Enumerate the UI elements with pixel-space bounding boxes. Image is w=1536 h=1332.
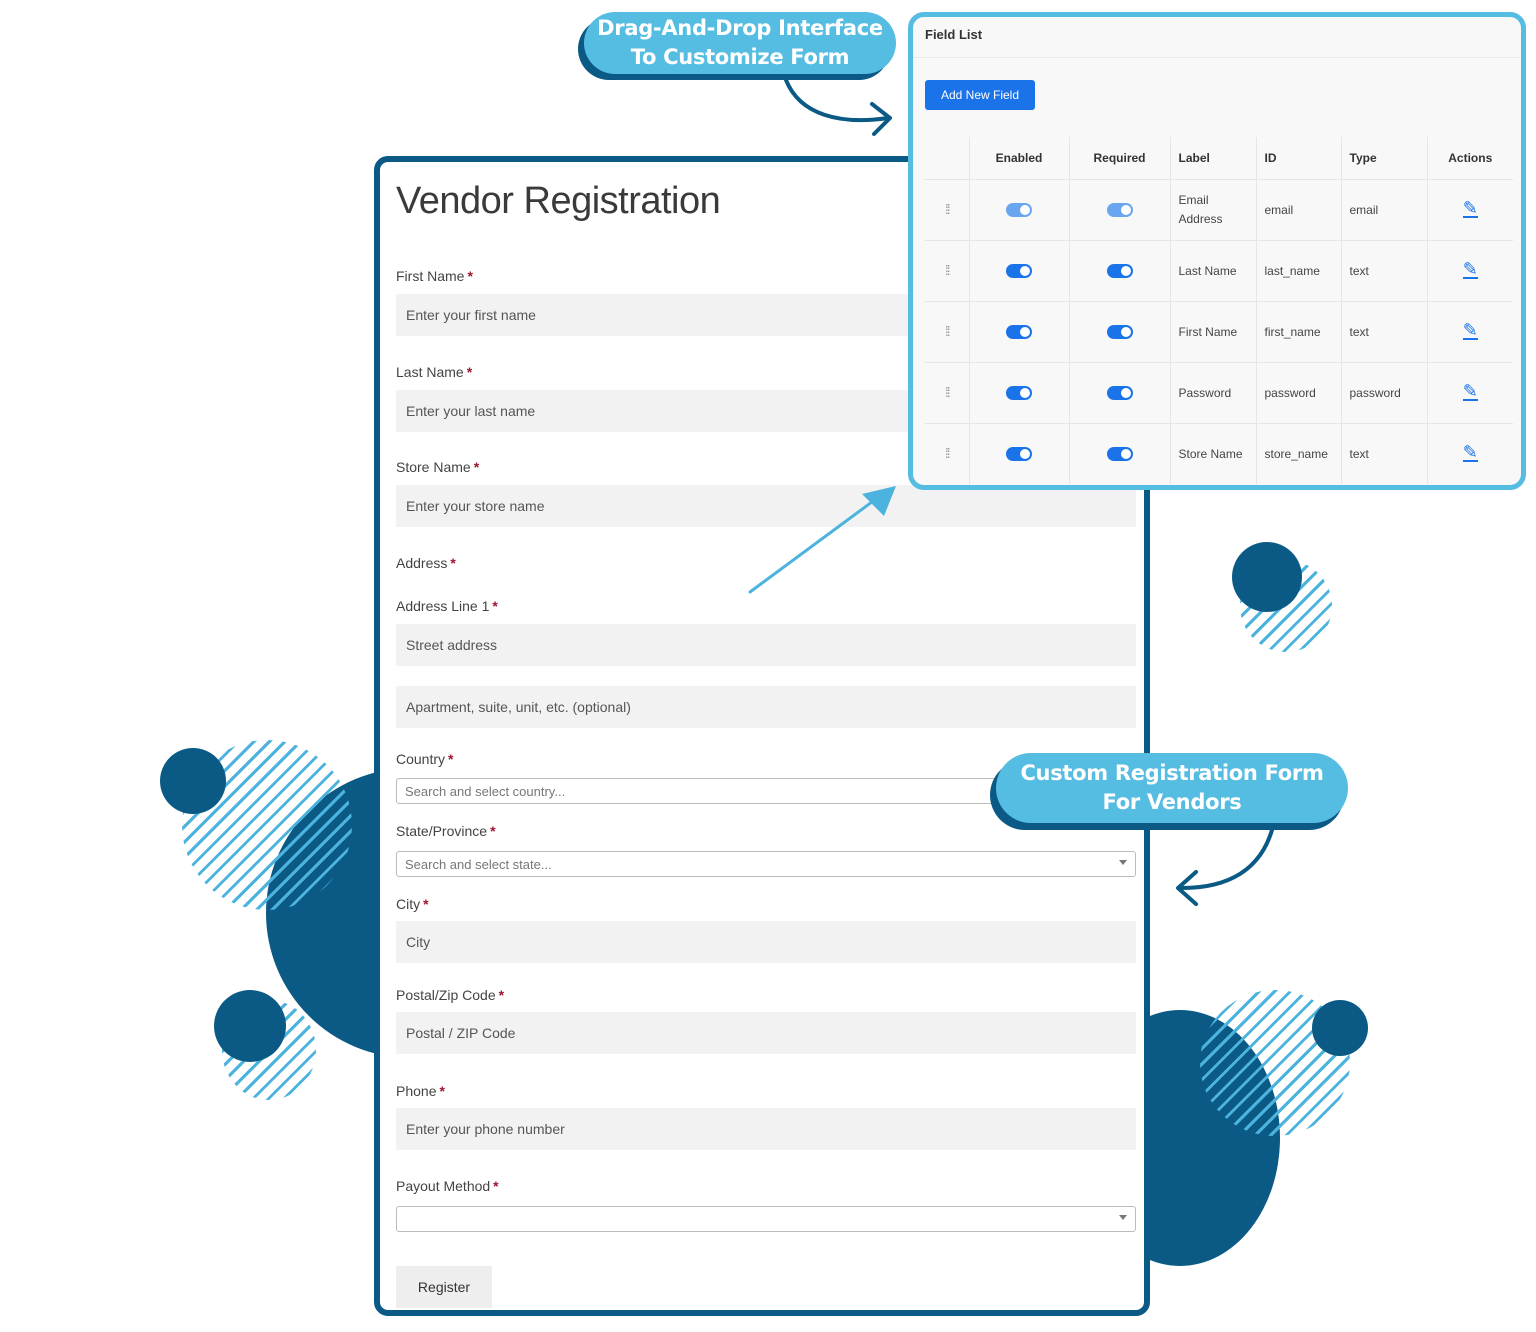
table-header-row: Enabled Required Label ID Type Actions xyxy=(925,137,1513,180)
chevron-down-icon xyxy=(1119,1215,1127,1220)
drag-handle-icon[interactable]: ⁞⁞ xyxy=(925,362,970,424)
arrow-top-icon xyxy=(784,78,892,136)
table-row: ⁞⁞ Store Name store_name text ✎ xyxy=(925,423,1513,484)
row-id: email xyxy=(1256,179,1342,241)
row-id: last_name xyxy=(1256,240,1342,302)
deco-dot-left-small xyxy=(214,990,286,1062)
chevron-down-icon xyxy=(1119,860,1127,865)
table-row: ⁞⁞ First Name first_name text ✎ xyxy=(925,301,1513,363)
column-label: Label xyxy=(1170,137,1257,180)
callout-drag-and-drop: Drag-And-Drop Interface To Customize Form xyxy=(584,12,896,74)
enabled-toggle[interactable] xyxy=(969,301,1070,363)
deco-dot-right xyxy=(1312,1000,1368,1056)
field-list-table: Enabled Required Label ID Type Actions ⁞… xyxy=(925,137,1513,484)
enabled-toggle[interactable] xyxy=(969,362,1070,424)
street-address-input[interactable]: Street address xyxy=(396,624,1136,666)
form-title: Vendor Registration xyxy=(396,180,721,222)
row-type: text xyxy=(1341,423,1428,484)
payout-select[interactable] xyxy=(396,1206,1136,1232)
edit-button[interactable]: ✎ xyxy=(1427,179,1513,241)
arrow-right-icon xyxy=(1176,828,1274,906)
divider xyxy=(913,57,1521,58)
store-name-label: Store Name * xyxy=(396,459,480,475)
edit-button[interactable]: ✎ xyxy=(1427,240,1513,302)
drag-handle-icon[interactable]: ⁞⁞ xyxy=(925,301,970,363)
pencil-icon: ✎ xyxy=(1462,259,1478,279)
city-input[interactable]: City xyxy=(396,921,1136,963)
column-type: Type xyxy=(1341,137,1428,180)
address-line1-label: Address Line 1 * xyxy=(396,598,498,614)
deco-dot-mid-right xyxy=(1232,542,1302,612)
table-row: ⁞⁞ Last Name last_name text ✎ xyxy=(925,240,1513,302)
column-actions: Actions xyxy=(1448,151,1493,165)
row-id: store_name xyxy=(1256,423,1342,484)
table-row: ⁞⁞ Password password password ✎ xyxy=(925,362,1513,424)
phone-label: Phone * xyxy=(396,1083,445,1099)
row-type: text xyxy=(1341,240,1428,302)
address-label: Address * xyxy=(396,555,456,571)
last-name-label: Last Name * xyxy=(396,364,473,380)
city-label: City * xyxy=(396,896,429,912)
callout-custom-form: Custom Registration Form For Vendors xyxy=(996,753,1348,823)
field-list-panel: Field List Add New Field Enabled Require… xyxy=(908,12,1526,490)
pencil-icon: ✎ xyxy=(1462,320,1478,340)
edit-button[interactable]: ✎ xyxy=(1427,423,1513,484)
required-toggle[interactable] xyxy=(1069,179,1171,241)
state-select[interactable]: Search and select state... xyxy=(396,851,1136,877)
column-enabled: Enabled xyxy=(969,137,1070,180)
enabled-toggle[interactable] xyxy=(969,179,1070,241)
apartment-input[interactable]: Apartment, suite, unit, etc. (optional) xyxy=(396,686,1136,728)
row-label: Store Name xyxy=(1170,423,1257,484)
drag-handle-icon[interactable]: ⁞⁞ xyxy=(925,179,970,241)
required-toggle[interactable] xyxy=(1069,301,1171,363)
edit-button[interactable]: ✎ xyxy=(1427,362,1513,424)
payout-label: Payout Method * xyxy=(396,1178,499,1194)
column-id: ID xyxy=(1256,137,1342,180)
pencil-icon: ✎ xyxy=(1462,198,1478,218)
row-label: First Name xyxy=(1170,301,1257,363)
row-type: text xyxy=(1341,301,1428,363)
column-drag xyxy=(925,137,970,180)
row-id: password xyxy=(1256,362,1342,424)
add-new-field-button[interactable]: Add New Field xyxy=(925,80,1035,110)
row-label: Email Address xyxy=(1170,179,1257,241)
required-toggle[interactable] xyxy=(1069,362,1171,424)
enabled-toggle[interactable] xyxy=(969,423,1070,484)
row-type: email xyxy=(1341,179,1428,241)
deco-dot-left xyxy=(160,748,226,814)
column-required: Required xyxy=(1069,137,1171,180)
first-name-label: First Name * xyxy=(396,268,473,284)
postal-label: Postal/Zip Code * xyxy=(396,987,505,1003)
pencil-icon: ✎ xyxy=(1462,442,1478,462)
register-button[interactable]: Register xyxy=(396,1266,492,1308)
required-toggle[interactable] xyxy=(1069,240,1171,302)
enabled-toggle[interactable] xyxy=(969,240,1070,302)
row-id: first_name xyxy=(1256,301,1342,363)
state-label: State/Province * xyxy=(396,823,496,839)
pencil-icon: ✎ xyxy=(1462,381,1478,401)
postal-input[interactable]: Postal / ZIP Code xyxy=(396,1012,1136,1054)
row-label: Last Name xyxy=(1170,240,1257,302)
field-list-title: Field List xyxy=(925,27,983,42)
required-toggle[interactable] xyxy=(1069,423,1171,484)
drag-handle-icon[interactable]: ⁞⁞ xyxy=(925,423,970,484)
drag-handle-icon[interactable]: ⁞⁞ xyxy=(925,240,970,302)
edit-button[interactable]: ✎ xyxy=(1427,301,1513,363)
row-label: Password xyxy=(1170,362,1257,424)
store-name-input[interactable]: Enter your store name xyxy=(396,485,1136,527)
table-row: ⁞⁞ Email Address email email ✎ xyxy=(925,179,1513,241)
phone-input[interactable]: Enter your phone number xyxy=(396,1108,1136,1150)
country-label: Country * xyxy=(396,751,454,767)
row-type: password xyxy=(1341,362,1428,424)
